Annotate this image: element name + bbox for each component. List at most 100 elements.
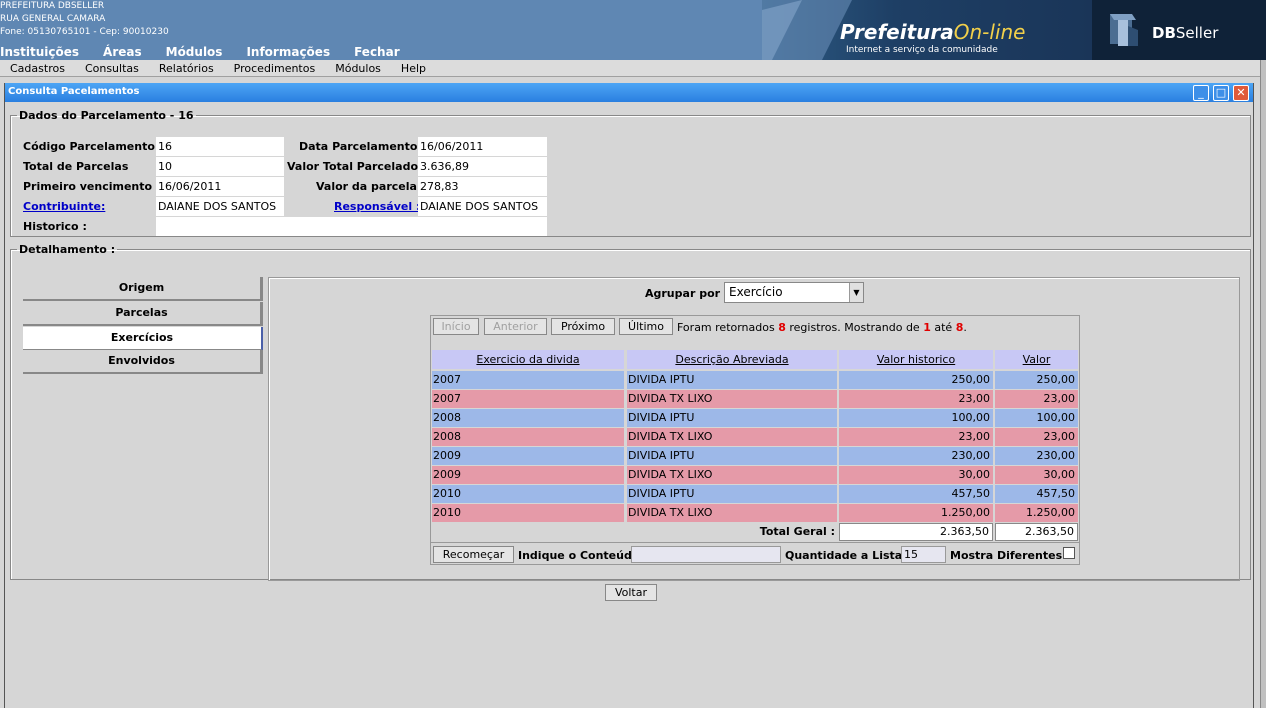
nav-areas[interactable]: Áreas <box>103 45 142 59</box>
valor-total-value: 3.636,89 <box>418 157 547 176</box>
detalhamento-section: Detalhamento : Origem Parcelas Exercício… <box>10 243 1251 581</box>
ultimo-button[interactable]: Último <box>619 318 673 335</box>
menu-help[interactable]: Help <box>401 62 426 75</box>
proximo-button[interactable]: Próximo <box>551 318 615 335</box>
tab-parcelas[interactable]: Parcelas <box>23 302 263 326</box>
cell-valor: 457,50 <box>995 485 1078 503</box>
data-label: Data Parcelamento : <box>299 140 426 153</box>
conteudo-input[interactable] <box>631 546 781 563</box>
dados-legend: Dados do Parcelamento - 16 <box>19 109 194 122</box>
menu-bar: Cadastros Consultas Relatórios Procedime… <box>0 60 1266 77</box>
grid-filter-bar: Recomeçar Indique o Conteúdo: Quantidade… <box>431 542 1079 564</box>
menu-consultas[interactable]: Consultas <box>85 62 139 75</box>
tab-envolvidos[interactable]: Envolvidos <box>23 350 263 374</box>
swoosh-icon <box>762 0 852 60</box>
menu-procedimentos[interactable]: Procedimentos <box>234 62 316 75</box>
detalhamento-legend: Detalhamento : <box>19 243 116 256</box>
org-contact: Fone: 05130765101 - Cep: 90010230 <box>0 27 169 37</box>
top-nav: Instituições Áreas Módulos Informações F… <box>0 45 400 59</box>
cell-valor: 23,00 <box>995 428 1078 446</box>
codigo-value: 16 <box>156 137 284 156</box>
col-header-descricao[interactable]: Descrição Abreviada <box>627 350 837 369</box>
anterior-button[interactable]: Anterior <box>484 318 547 335</box>
org-name: PREFEITURA DBSELLER <box>0 1 105 11</box>
org-address: RUA GENERAL CAMARA <box>0 14 106 24</box>
contribuinte-value: DAIANE DOS SANTOS <box>156 197 284 216</box>
page-scrollbar[interactable] <box>1260 60 1266 708</box>
tab-origem[interactable]: Origem <box>23 277 263 301</box>
codigo-label: Código Parcelamento : <box>23 140 164 153</box>
cell-descricao: DIVIDA IPTU <box>627 447 837 465</box>
logo-title: PrefeituraOn-line <box>840 20 1026 44</box>
cell-descricao: DIVIDA TX LIXO <box>627 428 837 446</box>
window-titlebar[interactable]: Consulta Pacelamentos _ □ ✕ <box>5 83 1253 102</box>
chevron-down-icon: ▼ <box>849 283 863 302</box>
data-value: 16/06/2011 <box>418 137 547 156</box>
nav-instituicoes[interactable]: Instituições <box>0 45 79 59</box>
dbseller-mark-icon <box>1110 14 1138 46</box>
consulta-window: Consulta Pacelamentos _ □ ✕ Dados do Par… <box>4 83 1254 708</box>
cell-valor-historico: 457,50 <box>839 485 993 503</box>
voltar-button[interactable]: Voltar <box>605 584 657 601</box>
agrupar-select[interactable]: Exercício ▼ <box>724 282 864 303</box>
cell-descricao: DIVIDA TX LIXO <box>627 466 837 484</box>
cell-valor: 100,00 <box>995 409 1078 427</box>
exercicios-panel: Agrupar por : Exercício ▼ Início Anterio… <box>268 277 1240 581</box>
cell-descricao: DIVIDA TX LIXO <box>627 504 837 522</box>
window-title: Consulta Pacelamentos <box>8 86 140 97</box>
prefeitura-online-logo: PrefeituraOn-line Internet a serviço da … <box>762 0 1092 60</box>
contribuinte-link[interactable]: Contribuinte: <box>23 200 105 213</box>
cell-valor: 30,00 <box>995 466 1078 484</box>
total-geral-label: Total Geral : <box>759 525 835 538</box>
logo-subtitle: Internet a serviço da comunidade <box>846 45 998 55</box>
cell-valor-historico: 100,00 <box>839 409 993 427</box>
total-valor-historico: 2.363,50 <box>839 523 993 541</box>
dbseller-logo: DBSeller <box>1092 0 1266 60</box>
primeiro-vencimento-value: 16/06/2011 <box>156 177 284 196</box>
nav-fechar[interactable]: Fechar <box>354 45 400 59</box>
exercicios-grid: Início Anterior Próximo Último Foram ret… <box>430 315 1080 565</box>
primeiro-vencimento-label: Primeiro vencimento : <box>23 180 161 193</box>
cell-valor: 230,00 <box>995 447 1078 465</box>
cell-descricao: DIVIDA IPTU <box>627 371 837 389</box>
tab-exercicios[interactable]: Exercícios <box>23 327 263 351</box>
menu-relatorios[interactable]: Relatórios <box>159 62 214 75</box>
cell-valor: 250,00 <box>995 371 1078 389</box>
cell-valor-historico: 250,00 <box>839 371 993 389</box>
nav-modulos[interactable]: Módulos <box>166 45 223 59</box>
maximize-button[interactable]: □ <box>1213 85 1229 101</box>
valor-parcela-value: 278,83 <box>418 177 547 196</box>
cell-exercicio: 2010 <box>432 504 624 522</box>
cell-exercicio: 2008 <box>432 428 624 446</box>
total-parcelas-label: Total de Parcelas <box>23 160 129 173</box>
inicio-button[interactable]: Início <box>433 318 479 335</box>
responsavel-link[interactable]: Responsável : <box>334 200 420 213</box>
cell-valor-historico: 230,00 <box>839 447 993 465</box>
close-button[interactable]: ✕ <box>1233 85 1249 101</box>
menu-modulos[interactable]: Módulos <box>335 62 381 75</box>
quantidade-input[interactable]: 15 <box>901 546 946 563</box>
cell-valor-historico: 30,00 <box>839 466 993 484</box>
historico-label: Historico : <box>23 220 87 233</box>
dados-parcelamento-section: Dados do Parcelamento - 16 Código Parcel… <box>10 109 1251 237</box>
col-header-valor-historico[interactable]: Valor historico <box>839 350 993 369</box>
recomecar-button[interactable]: Recomeçar <box>433 546 514 563</box>
cell-valor-historico: 1.250,00 <box>839 504 993 522</box>
menu-cadastros[interactable]: Cadastros <box>10 62 65 75</box>
mostra-diferentes-checkbox[interactable] <box>1063 547 1075 559</box>
valor-total-label: Valor Total Parcelado : <box>287 160 427 173</box>
col-header-valor[interactable]: Valor <box>995 350 1078 369</box>
col-header-exercicio[interactable]: Exercicio da divida <box>432 350 624 369</box>
mostra-diferentes-label: Mostra Diferentes: <box>950 549 1067 562</box>
valor-parcela-label: Valor da parcela : <box>316 180 426 193</box>
quantidade-label: Quantidade a Listar: <box>785 549 913 562</box>
records-info: Foram retornados 8 registros. Mostrando … <box>677 321 967 334</box>
conteudo-label: Indique o Conteúdo: <box>518 549 644 562</box>
total-parcelas-value: 10 <box>156 157 284 176</box>
responsavel-value: DAIANE DOS SANTOS <box>418 197 547 216</box>
cell-exercicio: 2009 <box>432 447 624 465</box>
org-info: PREFEITURA DBSELLER RUA GENERAL CAMARA F… <box>0 0 169 39</box>
historico-value <box>156 217 547 236</box>
minimize-button[interactable]: _ <box>1193 85 1209 101</box>
nav-informacoes[interactable]: Informações <box>246 45 330 59</box>
